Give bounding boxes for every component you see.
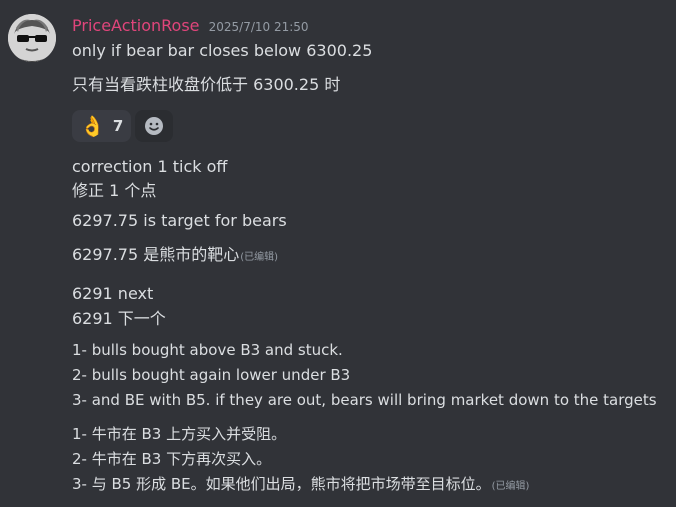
- add-reaction-button[interactable]: [135, 110, 174, 142]
- message-line-5: 6297.75 is target for bears: [72, 211, 287, 230]
- message-line-14-text: 3- 与 B5 形成 BE。如果他们出局，熊市将把市场带至目标位。: [72, 475, 491, 493]
- message-line-6: 6297.75 是熊市的靶心(已编辑): [72, 245, 278, 268]
- message-line-3: correction 1 tick off: [72, 157, 228, 176]
- message-line-12: 1- 牛市在 B3 上方买入并受阻。: [72, 425, 287, 443]
- reaction-count: 7: [112, 117, 124, 135]
- message-line-8: 6291 下一个: [72, 309, 166, 328]
- smiley-add-reaction-icon: [145, 117, 164, 135]
- message-line-14: 3- 与 B5 形成 BE。如果他们出局，熊市将把市场带至目标位。(已编辑): [72, 474, 529, 497]
- message-header: PriceActionRose 2025/7/10 21:50: [72, 16, 309, 35]
- message-line-13: 2- 牛市在 B3 下方再次买入。: [72, 450, 272, 468]
- ok-hand-icon: 👌: [80, 114, 105, 138]
- message-line-10: 2- bulls bought again lower under B3: [72, 366, 351, 384]
- message-line-6-text: 6297.75 是熊市的靶心: [72, 245, 240, 264]
- edited-label: (已编辑): [491, 481, 530, 492]
- avatar[interactable]: [8, 14, 56, 62]
- avatar-image: [8, 14, 56, 62]
- username[interactable]: PriceActionRose: [72, 16, 200, 35]
- message-line-7: 6291 next: [72, 284, 154, 303]
- timestamp[interactable]: 2025/7/10 21:50: [209, 20, 309, 34]
- message-line-9: 1- bulls bought above B3 and stuck.: [72, 341, 343, 359]
- message-line-4: 修正 1 个点: [72, 181, 157, 200]
- reaction-bar: 👌 7: [72, 110, 174, 142]
- edited-label: (已编辑): [240, 252, 279, 263]
- reaction-ok-hand[interactable]: 👌 7: [72, 110, 132, 142]
- message-line-2: 只有当看跌柱收盘价低于 6300.25 时: [72, 75, 341, 94]
- message-line-1: only if bear bar closes below 6300.25: [72, 41, 373, 60]
- message-line-11: 3- and BE with B5. if they are out, bear…: [72, 391, 657, 409]
